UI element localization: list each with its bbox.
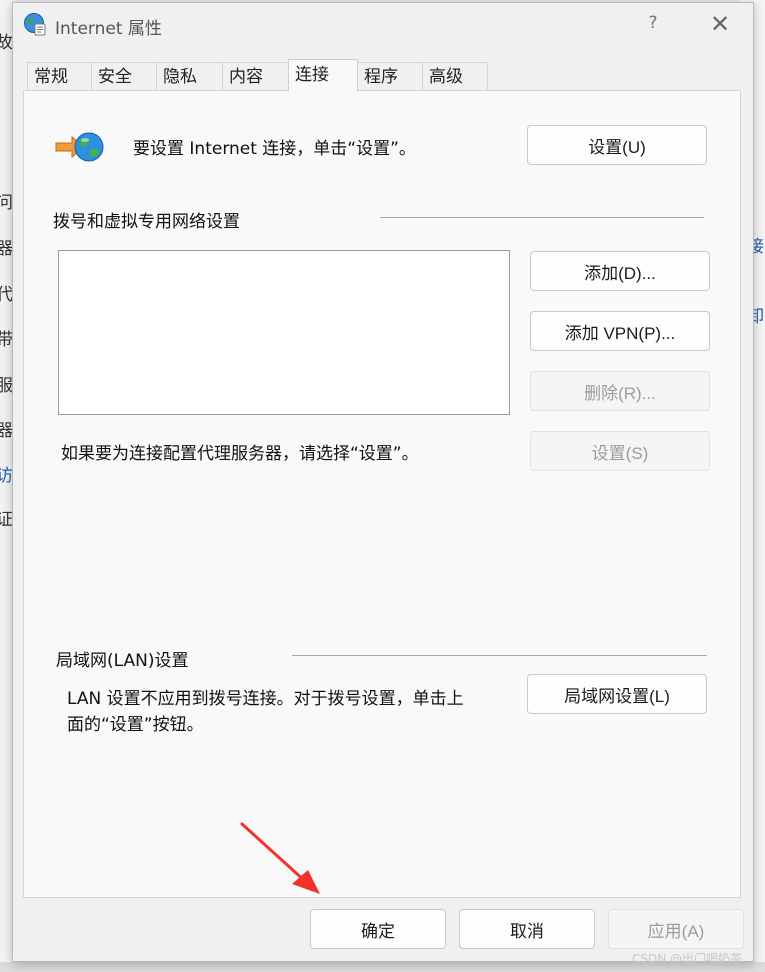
tab-advanced[interactable]: 高级 (422, 62, 488, 90)
dialup-heading-divider (380, 217, 704, 218)
lan-settings-button[interactable]: 局域网设置(L) (527, 674, 707, 714)
window-title: Internet 属性 (55, 19, 162, 39)
delete-button[interactable]: 删除(R)... (530, 371, 710, 411)
setup-instruction-text: 要设置 Internet 连接，单击“设置”。 (133, 139, 416, 159)
proxy-instruction-text: 如果要为连接配置代理服务器，请选择“设置”。 (61, 444, 419, 464)
internet-properties-dialog: Internet 属性 ? ✕ 常规 安全 隐私 内容 连接 程序 高级 要设置… (12, 2, 754, 962)
proxy-settings-button[interactable]: 设置(S) (530, 431, 710, 471)
cancel-button[interactable]: 取消 (459, 909, 595, 949)
connections-listbox[interactable] (58, 250, 510, 415)
tab-programs[interactable]: 程序 (357, 62, 423, 90)
add-button[interactable]: 添加(D)... (530, 251, 710, 291)
internet-options-icon (24, 13, 46, 36)
close-button[interactable]: ✕ (705, 9, 735, 39)
lan-description-line2: 面的“设置”按钮。 (67, 715, 204, 735)
tab-connections[interactable]: 连接 (288, 59, 358, 91)
connect-globe-icon (55, 132, 104, 162)
annotation-arrow-icon (240, 822, 320, 894)
lan-heading-divider (292, 655, 707, 656)
tab-security[interactable]: 安全 (91, 62, 157, 90)
title-bar[interactable]: Internet 属性 ? ✕ (13, 3, 753, 47)
tab-strip: 常规 安全 隐私 内容 连接 程序 高级 (27, 59, 488, 91)
help-button[interactable]: ? (641, 13, 665, 33)
add-vpn-button[interactable]: 添加 VPN(P)... (530, 311, 710, 351)
setup-button[interactable]: 设置(U) (527, 125, 707, 165)
apply-button[interactable]: 应用(A) (608, 909, 744, 949)
tab-privacy[interactable]: 隐私 (156, 62, 223, 90)
connections-panel: 要设置 Internet 连接，单击“设置”。 设置(U) 拨号和虚拟专用网络设… (23, 90, 741, 898)
ok-button[interactable]: 确定 (310, 909, 446, 949)
dialup-vpn-heading: 拨号和虚拟专用网络设置 (53, 212, 240, 232)
lan-heading: 局域网(LAN)设置 (56, 651, 189, 671)
tab-general[interactable]: 常规 (27, 62, 92, 90)
lan-description-line1: LAN 设置不应用到拨号连接。对于拨号设置，单击上 (67, 689, 464, 709)
tab-content[interactable]: 内容 (222, 62, 289, 90)
watermark: CSDN @出门喝奶茶 (632, 952, 743, 966)
